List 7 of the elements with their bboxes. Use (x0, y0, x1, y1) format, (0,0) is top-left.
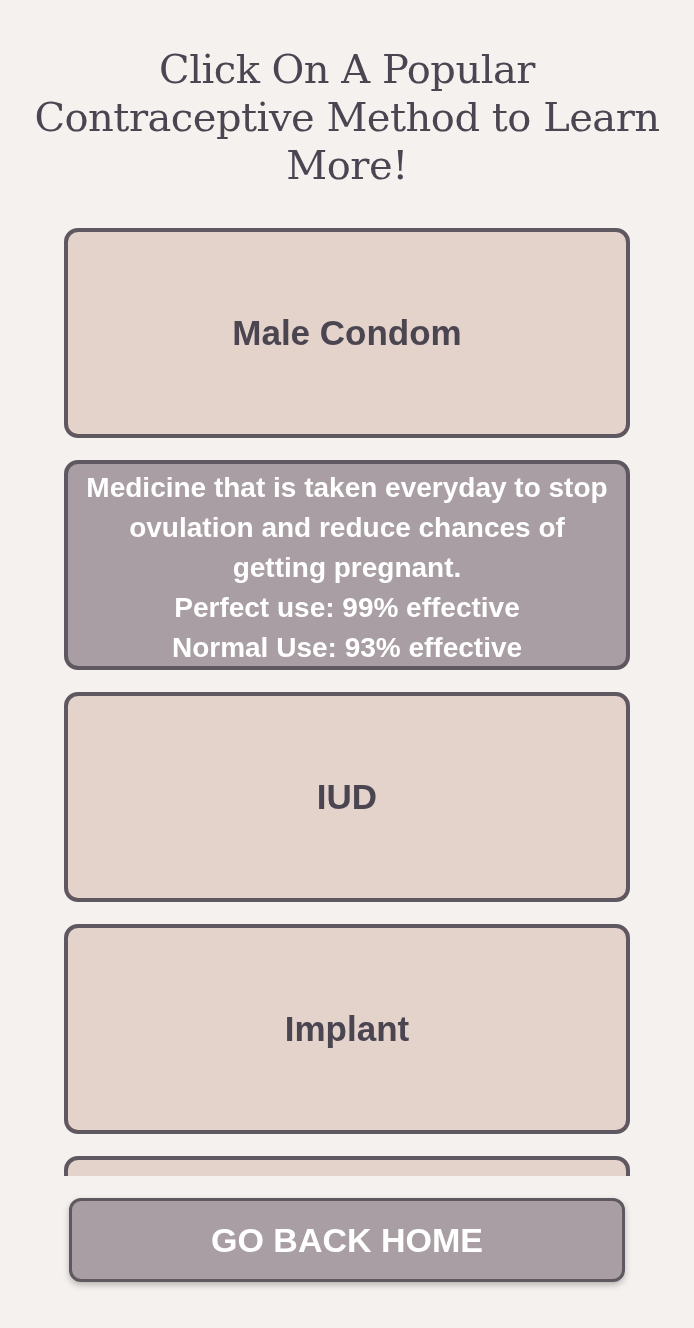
page-heading: Click On A Popular Contraceptive Method to Learn More! (33, 45, 661, 189)
method-card[interactable]: Implant (64, 924, 630, 1134)
method-detail: Normal Use: 93% effective (171, 631, 523, 665)
method-card[interactable]: IUD (64, 692, 630, 902)
method-detail: Perfect use: 99% effective (174, 591, 520, 625)
method-card[interactable]: Male Condom (64, 228, 630, 438)
method-detail: Medicine that is taken everyday to stop ovulation and reduce chances of getting pregnant. (85, 471, 609, 585)
